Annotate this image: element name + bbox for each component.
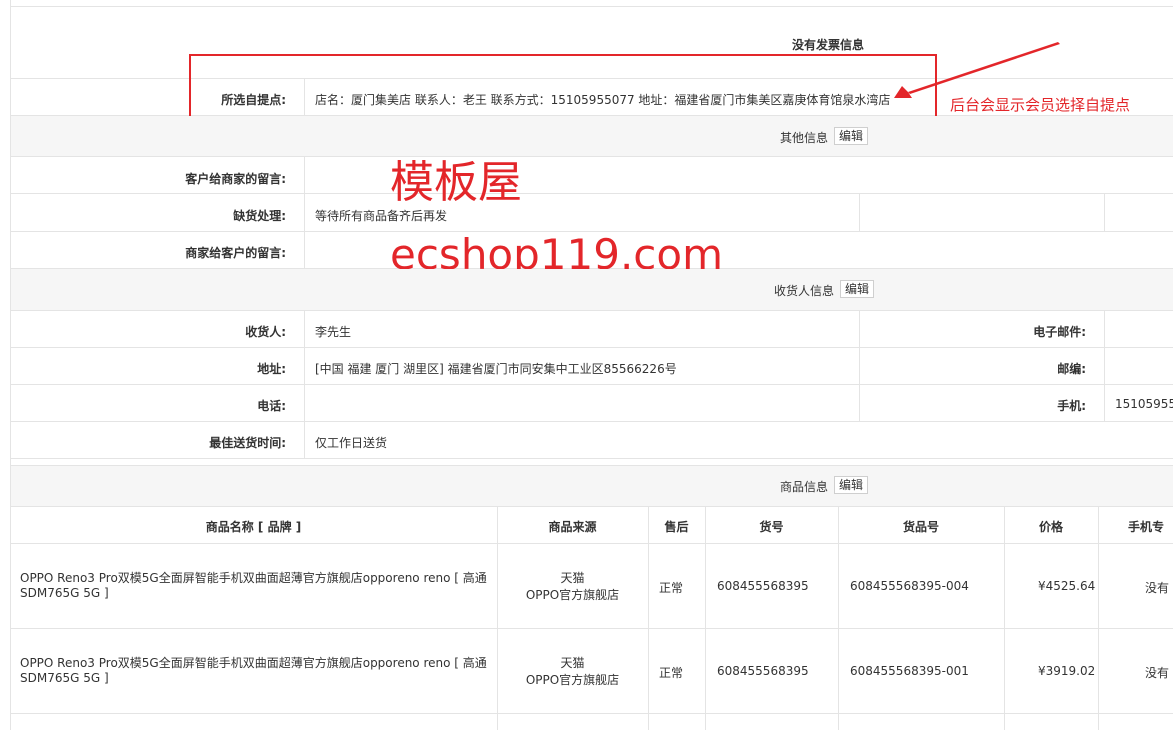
goods-source-platform: 天猫 bbox=[560, 656, 585, 670]
goods-source-store: OPPO官方旗舰店 bbox=[525, 588, 620, 602]
goods-mobile: 没有 bbox=[1145, 581, 1170, 595]
col-header-mobile: 手机专 bbox=[1128, 520, 1165, 534]
phone-label: 电话: bbox=[257, 399, 286, 413]
address-label: 地址: bbox=[257, 362, 286, 376]
invoice-info-text: 没有发票信息 bbox=[792, 38, 865, 52]
best-time-label: 最佳送货时间: bbox=[209, 436, 286, 450]
goods-name-link[interactable]: OPPO Reno3 Pro双模5G全面屏智能手机双曲面超薄官方旗舰店oppor… bbox=[20, 571, 490, 601]
table-row: OPPO Reno3 Pro双模5G全面屏智能手机双曲面超薄官方旗舰店oppor… bbox=[10, 628, 1173, 713]
goods-source-platform: 天猫 bbox=[560, 571, 585, 585]
other-info-edit-button[interactable]: 编辑 bbox=[834, 127, 869, 145]
address-value: [中国 福建 厦门 湖里区] 福建省厦门市同安集中工业区85566226号 bbox=[315, 362, 677, 376]
table-row: OPPO Reno3 Pro双模5G全面屏智能手机双曲面超薄官方旗舰店oppor… bbox=[10, 543, 1173, 628]
consignee-title: 收货人信息 bbox=[774, 284, 835, 298]
goods-product-sn: 608455568395-001 bbox=[850, 664, 969, 678]
zipcode-label: 邮编: bbox=[1057, 362, 1086, 376]
goods-product-sn: 608455568395-004 bbox=[850, 579, 969, 593]
consignee-name-label: 收货人: bbox=[245, 325, 286, 339]
goods-source-store: OPPO官方旗舰店 bbox=[525, 673, 620, 687]
goods-mobile: 没有 bbox=[1145, 666, 1170, 680]
goods-after-sale: 正常 bbox=[659, 581, 684, 595]
email-label: 电子邮件: bbox=[1033, 325, 1086, 339]
customer-message-label: 客户给商家的留言: bbox=[185, 172, 286, 186]
goods-sn: 608455568395 bbox=[717, 579, 809, 593]
col-header-price: 价格 bbox=[1038, 520, 1063, 534]
consignee-edit-button[interactable]: 编辑 bbox=[840, 280, 875, 298]
goods-sn: 608455568395 bbox=[717, 664, 809, 678]
goods-name-link[interactable]: OPPO Reno3 Pro双模5G全面屏智能手机双曲面超薄官方旗舰店oppor… bbox=[20, 656, 490, 686]
goods-price: ¥4525.64 bbox=[1038, 579, 1096, 593]
col-header-source: 商品来源 bbox=[548, 520, 597, 534]
goods-price: ¥3919.02 bbox=[1038, 664, 1096, 678]
consignee-name-value: 李先生 bbox=[315, 325, 352, 339]
out-of-stock-label: 缺货处理: bbox=[233, 209, 286, 223]
merchant-message-label: 商家给客户的留言: bbox=[185, 246, 286, 260]
col-header-product-sn: 货品号 bbox=[902, 520, 939, 534]
col-header-sn: 货号 bbox=[759, 520, 784, 534]
mobile-label: 手机: bbox=[1057, 399, 1086, 413]
col-header-after-sale: 售后 bbox=[664, 520, 689, 534]
best-time-value: 仅工作日送货 bbox=[315, 436, 388, 450]
mobile-value: 151059550 bbox=[1115, 397, 1173, 411]
watermark-text-1: 模板屋 bbox=[390, 157, 522, 208]
annotation-text: 后台会显示会员选择自提点 bbox=[950, 96, 1131, 114]
goods-edit-button[interactable]: 编辑 bbox=[834, 476, 869, 494]
goods-after-sale: 正常 bbox=[659, 666, 684, 680]
goods-title: 商品信息 bbox=[780, 480, 829, 494]
col-header-name: 商品名称 [ 品牌 ] bbox=[205, 520, 302, 534]
other-info-title: 其他信息 bbox=[780, 131, 829, 145]
